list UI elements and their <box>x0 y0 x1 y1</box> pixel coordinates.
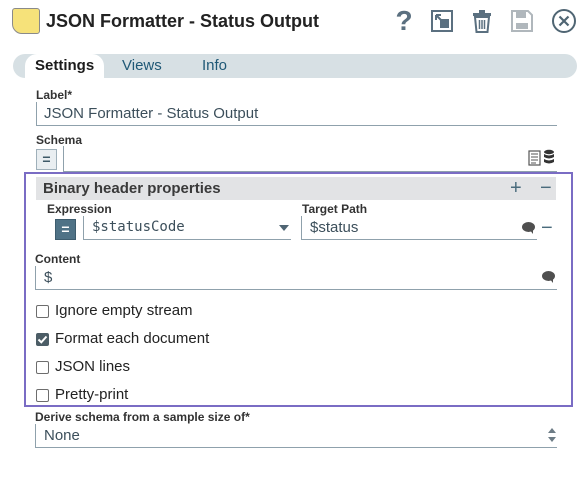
json-lines-checkbox[interactable] <box>36 361 49 374</box>
binary-header-title: Binary header properties <box>43 180 221 197</box>
schema-input[interactable] <box>63 146 557 172</box>
label-input[interactable]: JSON Formatter - Status Output <box>36 102 557 126</box>
export-button[interactable] <box>427 6 457 36</box>
checkmark-icon <box>37 335 48 344</box>
ignore-empty-stream-checkbox[interactable] <box>36 305 49 318</box>
snap-note-icon <box>12 8 40 34</box>
content-comment-icon[interactable] <box>542 271 555 283</box>
label-input-value: JSON Formatter - Status Output <box>44 105 259 122</box>
document-list-icon <box>528 150 541 166</box>
help-icon: ? <box>395 5 413 36</box>
dialog-title: JSON Formatter - Status Output <box>46 11 320 31</box>
expression-value: $statusCode <box>92 219 185 235</box>
save-icon <box>511 10 533 32</box>
target-path-value: $status <box>310 219 359 236</box>
select-arrows-icon <box>548 428 556 442</box>
help-button[interactable]: ? <box>389 6 419 36</box>
target-path-field-title: Target Path <box>302 202 368 216</box>
format-each-document-label: Format each document <box>55 330 210 347</box>
save-button[interactable] <box>507 6 537 36</box>
expression-field-title: Expression <box>47 202 112 216</box>
expression-toggle[interactable]: = <box>55 219 76 240</box>
delete-icon <box>473 10 491 33</box>
pretty-print-checkbox[interactable] <box>36 389 49 402</box>
tab-info[interactable]: Info <box>192 54 237 78</box>
derive-schema-title: Derive schema from a sample size of* <box>35 410 250 424</box>
content-field-title: Content <box>35 252 81 266</box>
export-icon <box>431 10 453 32</box>
derive-schema-select[interactable]: None <box>35 424 557 448</box>
database-icon <box>544 149 554 164</box>
tab-settings[interactable]: Settings <box>25 54 105 78</box>
remove-group-button[interactable]: − <box>540 178 552 198</box>
remove-row-button[interactable]: − <box>541 218 553 238</box>
expression-input[interactable]: $statusCode <box>83 216 291 240</box>
json-lines-label: JSON lines <box>55 358 131 375</box>
content-input[interactable]: $ <box>35 266 557 290</box>
derive-schema-value: None <box>44 427 80 444</box>
dropdown-caret-icon[interactable] <box>279 225 289 231</box>
label-field-title: Label* <box>36 88 73 102</box>
schema-field-title: Schema <box>36 133 83 147</box>
schema-browse-button[interactable] <box>528 150 542 171</box>
delete-button[interactable] <box>467 6 497 36</box>
close-button[interactable] <box>549 6 579 36</box>
schema-database-button[interactable] <box>543 149 555 170</box>
pretty-print-label: Pretty-print <box>55 386 129 403</box>
add-row-button[interactable]: + <box>510 178 522 198</box>
comment-icon[interactable] <box>522 222 535 234</box>
ignore-empty-stream-label: Ignore empty stream <box>55 302 193 319</box>
content-value: $ <box>44 269 53 286</box>
tab-views[interactable]: Views <box>112 54 172 78</box>
target-path-input[interactable]: $status <box>301 216 537 240</box>
format-each-document-checkbox[interactable] <box>36 333 49 346</box>
schema-expression-toggle[interactable]: = <box>36 149 57 170</box>
close-icon <box>552 9 576 33</box>
